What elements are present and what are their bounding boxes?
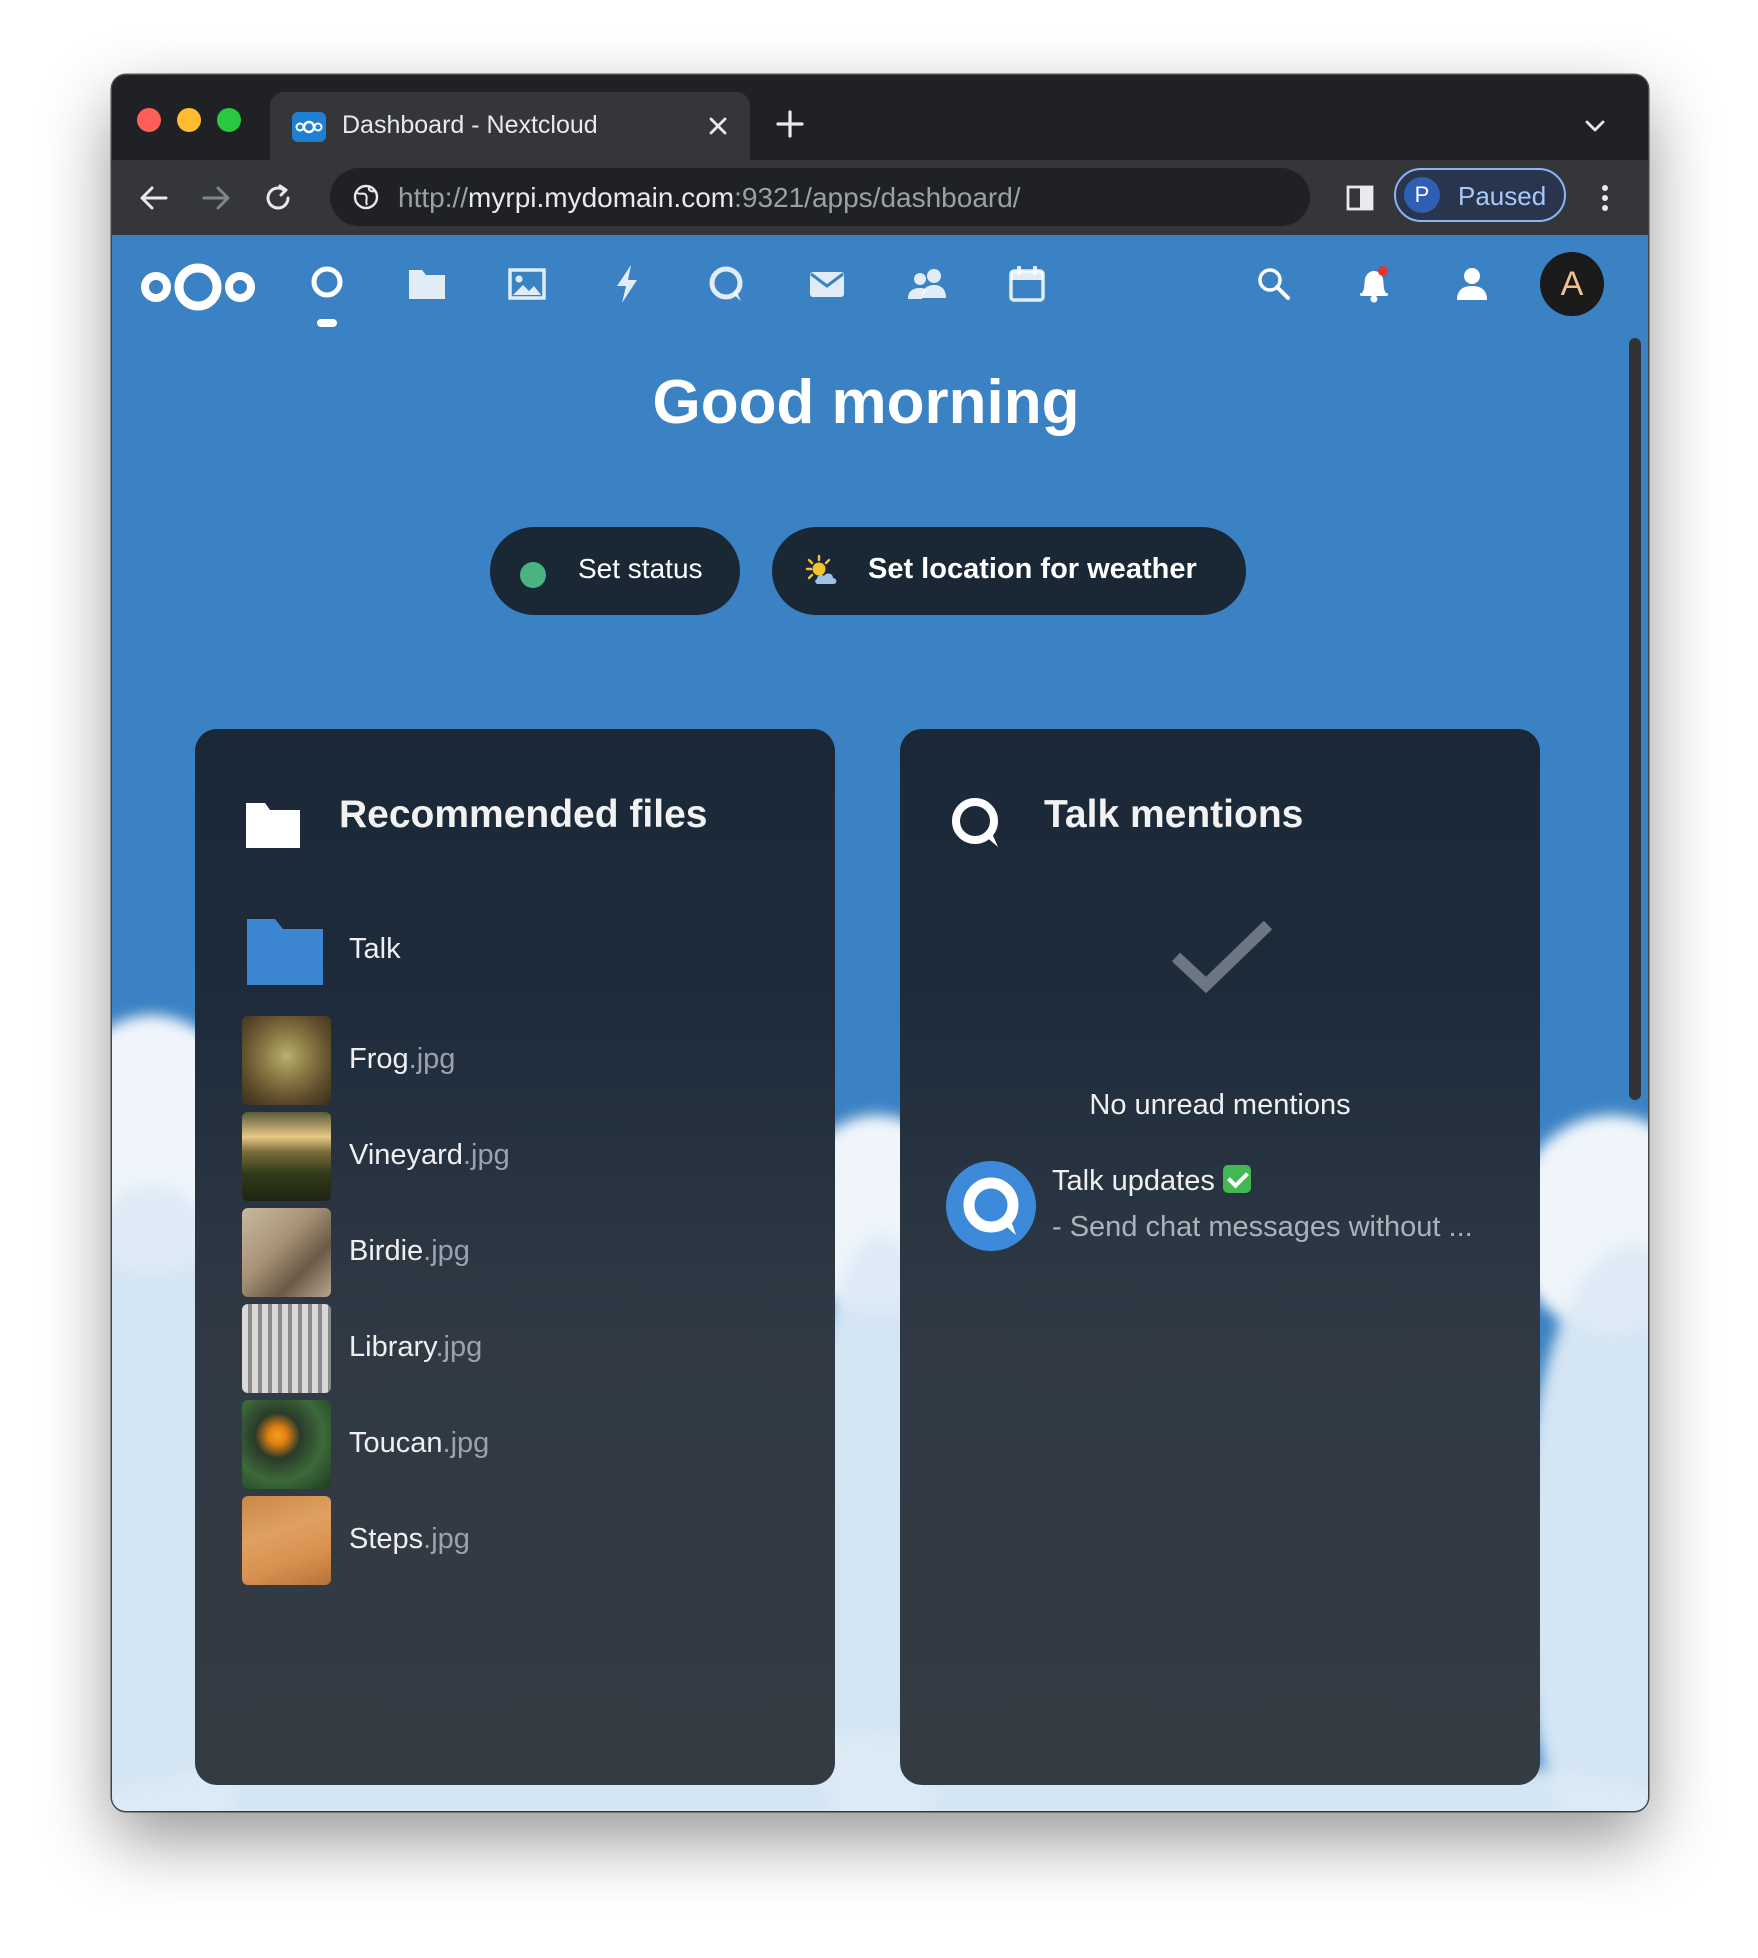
- file-item-talk[interactable]: Talk: [195, 919, 835, 1019]
- set-weather-location-button[interactable]: Set location for weather: [772, 527, 1246, 615]
- greeting-heading: Good morning: [652, 368, 1080, 437]
- recommended-files-widget: Recommended files Talk Frog.jpg Vineyard…: [195, 729, 835, 1785]
- globe-icon: [352, 183, 380, 211]
- conversation-title[interactable]: Talk updates: [1052, 1165, 1251, 1198]
- conversation-preview: - Send chat messages without ...: [1052, 1211, 1473, 1243]
- active-app-indicator: [317, 319, 337, 327]
- profile-avatar: P: [1404, 177, 1440, 213]
- search-icon[interactable]: [1252, 262, 1296, 306]
- file-name: Vineyard.jpg: [349, 1139, 510, 1172]
- chevron-down-icon[interactable]: [1580, 111, 1610, 141]
- profile-button[interactable]: P Paused: [1394, 168, 1566, 222]
- vineyard-thumbnail: [242, 1112, 331, 1201]
- mail-icon[interactable]: [805, 262, 849, 306]
- browser-toolbar: http://myrpi.mydomain.com:9321/apps/dash…: [112, 160, 1648, 235]
- contacts-menu-icon[interactable]: [1450, 262, 1494, 306]
- widget-title: Recommended files: [339, 793, 708, 836]
- file-name: Frog.jpg: [349, 1043, 455, 1076]
- talk-icon: [948, 793, 1006, 851]
- file-name: Talk: [349, 933, 401, 966]
- calendar-icon[interactable]: [1005, 262, 1049, 306]
- close-tab-icon[interactable]: [700, 108, 736, 144]
- file-name-ext: .jpg: [423, 1235, 470, 1267]
- profile-status: Paused: [1458, 181, 1547, 211]
- file-name-base: Birdie: [349, 1235, 424, 1267]
- browser-tab[interactable]: Dashboard - Nextcloud: [270, 92, 750, 160]
- frog-thumbnail: [242, 1016, 331, 1105]
- minimize-window-button[interactable]: [177, 108, 201, 132]
- side-panel-icon[interactable]: [1342, 180, 1378, 216]
- new-tab-icon[interactable]: [772, 106, 808, 142]
- file-name-base: Steps: [349, 1523, 424, 1555]
- birdie-thumbnail: [242, 1208, 331, 1297]
- url-host: myrpi.mydomain.com: [468, 182, 735, 213]
- cloud-decoration: [1522, 1245, 1648, 1811]
- url-text: http://myrpi.mydomain.com:9321/apps/dash…: [398, 182, 1021, 214]
- file-name-ext: .jpg: [435, 1331, 483, 1363]
- toucan-thumbnail: [242, 1400, 331, 1489]
- tab-strip: Dashboard - Nextcloud: [112, 75, 1648, 160]
- contacts-icon[interactable]: [905, 262, 949, 306]
- photos-icon[interactable]: [505, 262, 549, 306]
- forward-arrow-icon[interactable]: [196, 178, 236, 218]
- tab-title: Dashboard - Nextcloud: [342, 111, 598, 139]
- widget-title: Talk mentions: [1044, 793, 1304, 836]
- dashboard-icon[interactable]: [305, 262, 349, 306]
- conversation-title-text: Talk updates: [1052, 1165, 1215, 1197]
- file-item-steps[interactable]: Steps.jpg: [195, 1496, 835, 1596]
- file-item-toucan[interactable]: Toucan.jpg: [195, 1400, 835, 1500]
- set-weather-label: Set location for weather: [868, 553, 1197, 585]
- back-arrow-icon[interactable]: [134, 178, 174, 218]
- file-item-birdie[interactable]: Birdie.jpg: [195, 1208, 835, 1308]
- steps-thumbnail: [242, 1496, 331, 1585]
- file-name-ext: .jpg: [408, 1043, 456, 1075]
- file-name-base: Frog: [349, 1043, 409, 1075]
- page-scrollbar[interactable]: [1629, 338, 1641, 1100]
- folder-icon: [245, 919, 325, 987]
- activity-icon[interactable]: [605, 262, 649, 306]
- file-name-ext: .jpg: [442, 1427, 490, 1459]
- reload-icon[interactable]: [258, 178, 298, 218]
- file-name: Library.jpg: [349, 1331, 482, 1364]
- notifications-bell-icon[interactable]: [1352, 262, 1396, 306]
- file-name: Steps.jpg: [349, 1523, 470, 1556]
- maximize-window-button[interactable]: [217, 108, 241, 132]
- folder-icon: [243, 793, 301, 851]
- talk-mentions-widget: Talk mentions No unread mentions Talk up…: [900, 729, 1540, 1785]
- file-item-library[interactable]: Library.jpg: [195, 1304, 835, 1404]
- file-item-vineyard[interactable]: Vineyard.jpg: [195, 1112, 835, 1212]
- url-scheme: http://: [398, 182, 469, 213]
- file-name-base: Toucan: [349, 1427, 443, 1459]
- file-name: Birdie.jpg: [349, 1235, 470, 1268]
- talk-icon[interactable]: [705, 262, 749, 306]
- library-thumbnail: [242, 1304, 331, 1393]
- set-status-button[interactable]: Set status: [490, 527, 740, 615]
- file-name-base: Talk: [349, 933, 401, 965]
- nextcloud-page: A Good morning Set status Set location f…: [112, 235, 1648, 1811]
- set-status-label: Set status: [578, 553, 703, 584]
- nextcloud-logo-icon[interactable]: [137, 257, 259, 317]
- file-name-base: Vineyard: [349, 1139, 463, 1171]
- file-name-ext: .jpg: [423, 1523, 470, 1555]
- empty-state-text: No unread mentions: [1089, 1089, 1351, 1121]
- checkmark-icon: [1170, 919, 1274, 999]
- file-name: Toucan.jpg: [349, 1427, 489, 1460]
- browser-window: Dashboard - Nextcloud http://myrpi.mydom…: [112, 75, 1648, 1811]
- file-name-base: Library: [349, 1331, 436, 1363]
- online-status-icon: [520, 562, 546, 588]
- check-mark-emoji-icon: [1222, 1165, 1251, 1193]
- file-item-frog[interactable]: Frog.jpg: [195, 1016, 835, 1116]
- file-name-ext: .jpg: [462, 1139, 510, 1171]
- nextcloud-header: A: [112, 235, 1648, 335]
- address-bar[interactable]: http://myrpi.mydomain.com:9321/apps/dash…: [330, 168, 1310, 226]
- nextcloud-favicon-icon: [292, 112, 326, 142]
- files-icon[interactable]: [405, 262, 449, 306]
- sun-cloud-icon: [804, 553, 842, 591]
- url-path: :9321/apps/dashboard/: [734, 182, 1021, 213]
- talk-updates-avatar[interactable]: [946, 1161, 1036, 1251]
- user-avatar[interactable]: A: [1540, 252, 1604, 316]
- close-window-button[interactable]: [137, 108, 161, 132]
- more-menu-icon[interactable]: [1590, 180, 1620, 216]
